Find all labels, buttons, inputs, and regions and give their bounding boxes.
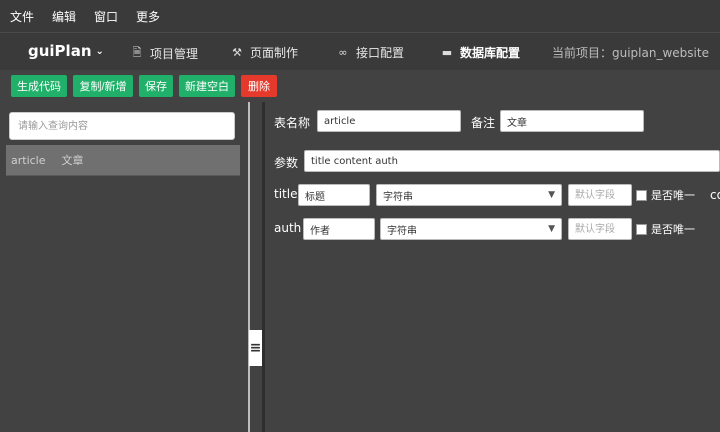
unique-checkbox[interactable]: 是否唯一 bbox=[636, 221, 695, 237]
nav-label: 页面制作 bbox=[250, 46, 299, 60]
field-type-value: 字符串 bbox=[383, 191, 413, 203]
params-input[interactable] bbox=[304, 150, 720, 172]
nav-label: 项目管理 bbox=[150, 47, 199, 61]
table-name: article bbox=[11, 153, 46, 167]
generate-code-button[interactable]: 生成代码 bbox=[11, 75, 67, 97]
nav-bar: guiPlan ⌄ 🗎 项目管理 ⚒ 页面制作 ∞ 接口配置 ▬ 数据库配置 当… bbox=[0, 32, 720, 70]
delete-button[interactable]: 删除 bbox=[241, 75, 277, 97]
save-button[interactable]: 保存 bbox=[139, 75, 173, 97]
chevron-down-icon: ▼ bbox=[548, 224, 555, 234]
checkbox-box[interactable] bbox=[636, 189, 647, 201]
default-field-input[interactable] bbox=[568, 184, 632, 206]
note-input[interactable] bbox=[500, 110, 644, 132]
chevron-down-icon: ⌄ bbox=[95, 45, 104, 57]
table-list-panel: article 文章 bbox=[0, 102, 248, 432]
table-form-panel: 表名称 备注 参数 title 字符串 ▼ 是否唯一 co auth 字符串 ▼… bbox=[266, 102, 720, 432]
menu-bar: 文件 编辑 窗口 更多 bbox=[0, 0, 720, 32]
field-alias-input[interactable] bbox=[298, 184, 370, 206]
nav-label: 接口配置 bbox=[356, 46, 405, 60]
table-name-label: 表名称 bbox=[274, 116, 311, 130]
database-icon: ▬ bbox=[441, 46, 453, 59]
menu-more[interactable]: 更多 bbox=[136, 8, 160, 25]
tools-icon: ⚒ bbox=[232, 46, 242, 59]
new-blank-button[interactable]: 新建空白 bbox=[179, 75, 235, 97]
link-icon: ∞ bbox=[338, 46, 348, 59]
nav-database-config[interactable]: ▬ 数据库配置 bbox=[440, 44, 520, 61]
menu-window[interactable]: 窗口 bbox=[94, 8, 118, 25]
note-label: 备注 bbox=[471, 116, 496, 130]
field-type-value: 字符串 bbox=[387, 225, 417, 237]
chevron-down-icon: ▼ bbox=[548, 190, 555, 200]
menu-file[interactable]: 文件 bbox=[10, 8, 34, 25]
field-type-select[interactable]: 字符串 ▼ bbox=[376, 184, 562, 206]
drag-handle-icon[interactable]: ≡ bbox=[249, 330, 262, 366]
current-project: 当前项目：guiplan_website bbox=[552, 46, 709, 60]
menu-edit[interactable]: 编辑 bbox=[52, 8, 76, 25]
list-item[interactable]: article 文章 bbox=[6, 145, 240, 175]
nav-label: 数据库配置 bbox=[460, 46, 521, 60]
table-name-input[interactable] bbox=[317, 110, 461, 132]
nav-api-config[interactable]: ∞ 接口配置 bbox=[336, 44, 404, 61]
table-note: 文章 bbox=[61, 154, 84, 167]
divider bbox=[262, 102, 265, 432]
field-alias-input[interactable] bbox=[303, 218, 375, 240]
unique-checkbox[interactable]: 是否唯一 bbox=[636, 187, 695, 203]
nav-project-management[interactable]: 🗎 项目管理 bbox=[130, 44, 198, 63]
field-name-label: title bbox=[274, 187, 298, 201]
document-icon: 🗎 bbox=[132, 46, 142, 59]
unique-label: 是否唯一 bbox=[651, 223, 695, 236]
panel-splitter[interactable]: ≡ bbox=[248, 102, 266, 432]
copy-new-button[interactable]: 复制/新增 bbox=[73, 75, 133, 97]
field-type-select[interactable]: 字符串 ▼ bbox=[380, 218, 562, 240]
field-name-label: auth bbox=[274, 221, 302, 235]
divider bbox=[6, 175, 240, 176]
default-field-input[interactable] bbox=[568, 218, 632, 240]
nav-page-design[interactable]: ⚒ 页面制作 bbox=[230, 44, 298, 61]
overflow-label: co bbox=[710, 188, 720, 202]
params-label: 参数 bbox=[274, 156, 299, 170]
checkbox-box[interactable] bbox=[636, 223, 647, 235]
search-input[interactable] bbox=[9, 112, 235, 140]
brand-name: guiPlan bbox=[28, 42, 92, 60]
toolbar: 生成代码 复制/新增 保存 新建空白 删除 bbox=[0, 70, 720, 102]
brand-menu[interactable]: guiPlan ⌄ bbox=[28, 42, 104, 60]
unique-label: 是否唯一 bbox=[651, 189, 695, 202]
divider bbox=[248, 102, 250, 432]
